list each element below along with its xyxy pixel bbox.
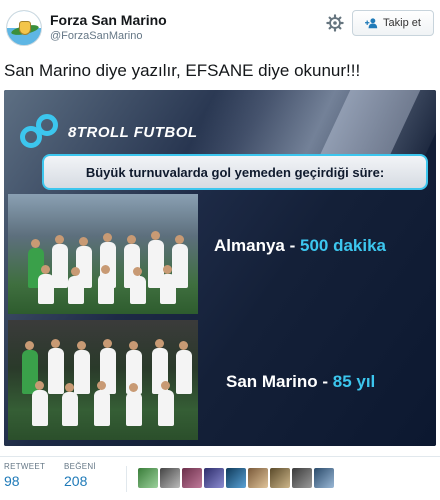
media-logo-text: 8TROLL FUTBOL (68, 123, 198, 141)
liker-avatar[interactable] (314, 468, 334, 488)
account-name[interactable]: Forza San Marino (50, 12, 167, 28)
san-marino-caption: San Marino - 85 yıl (226, 372, 375, 392)
germany-caption: Almanya - 500 dakika (214, 236, 386, 256)
stats-divider (0, 456, 440, 457)
san-marino-team-label: San Marino - (226, 372, 333, 391)
retweet-count: 98 (4, 473, 20, 489)
germany-value: 500 dakika (299, 236, 386, 255)
retweet-stat[interactable]: RETWEET 98 (4, 462, 45, 489)
san-marino-team-photo (8, 320, 198, 440)
crest-icon (19, 21, 31, 35)
stats-separator (126, 466, 127, 492)
tweet-media-image[interactable]: 8TROLL FUTBOL Büyük turnuvalarda gol yem… (4, 90, 436, 446)
retweet-label: RETWEET (4, 462, 46, 471)
germany-team-photo (8, 194, 198, 314)
follow-button[interactable]: Takip et (352, 10, 434, 36)
liker-avatar[interactable] (292, 468, 312, 488)
tweet-header: Forza San Marino @ForzaSanMarino Takip e… (0, 0, 440, 52)
liker-avatar[interactable] (204, 468, 224, 488)
san-marino-value: 85 yıl (332, 372, 376, 391)
liker-avatar[interactable] (160, 468, 180, 488)
liker-avatar[interactable] (138, 468, 158, 488)
add-user-icon (365, 18, 378, 29)
liker-avatars (138, 468, 334, 488)
account-handle[interactable]: @ForzaSanMarino (50, 30, 142, 42)
media-banner-text: Büyük turnuvalarda gol yemeden geçirdiği… (85, 164, 385, 180)
likes-label: BEĞENİ (64, 462, 97, 471)
germany-team-label: Almanya - (214, 236, 300, 255)
liker-avatar[interactable] (248, 468, 268, 488)
likes-count: 208 (64, 473, 88, 489)
liker-avatar[interactable] (226, 468, 246, 488)
liker-avatar[interactable] (270, 468, 290, 488)
gear-icon[interactable] (326, 14, 344, 32)
likes-stat[interactable]: BEĞENİ 208 (64, 462, 96, 489)
follow-label: Takip et (383, 17, 421, 29)
media-banner: Büyük turnuvalarda gol yemeden geçirdiği… (42, 154, 428, 190)
avatar[interactable] (6, 10, 42, 46)
tweet-text: San Marino diye yazılır, EFSANE diye oku… (4, 61, 361, 80)
troll-futbol-logo-icon (18, 112, 62, 152)
liker-avatar[interactable] (182, 468, 202, 488)
tweet-stats: RETWEET 98 BEĞENİ 208 (0, 462, 440, 498)
media-logo: 8TROLL FUTBOL (18, 112, 198, 152)
